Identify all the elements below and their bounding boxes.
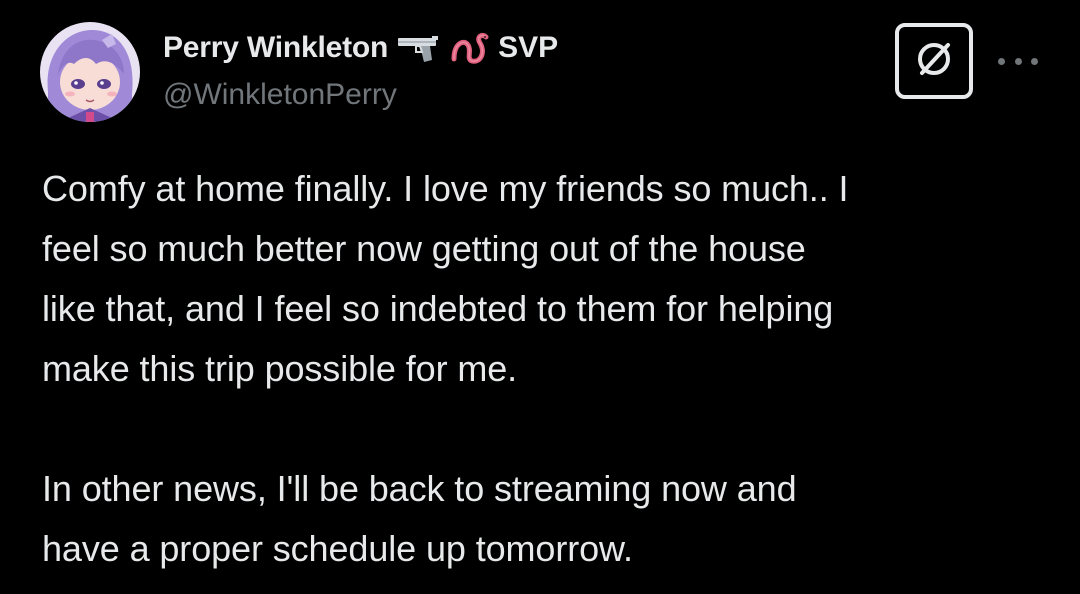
grok-slash-circle-icon [912,37,956,86]
grok-button[interactable] [895,23,973,99]
tweet: Perry Winkleton SVP @WinkletonPerry Comf… [0,0,1080,594]
avatar-image [40,22,140,122]
author-handle[interactable]: @WinkletonPerry [163,78,397,112]
ellipsis-dot [1014,57,1022,65]
tweet-text: Comfy at home finally. I love my friends… [42,168,849,569]
display-name[interactable]: Perry Winkleton [163,31,388,65]
author-name-row[interactable]: Perry Winkleton SVP [163,28,558,68]
pistol-icon [396,32,442,64]
ellipsis-icon [998,57,1005,65]
ellipsis-dot [1031,57,1038,65]
name-suffix: SVP [498,31,559,64]
more-options-button[interactable] [998,46,1038,76]
worm-icon [450,31,490,65]
avatar[interactable] [40,22,140,122]
